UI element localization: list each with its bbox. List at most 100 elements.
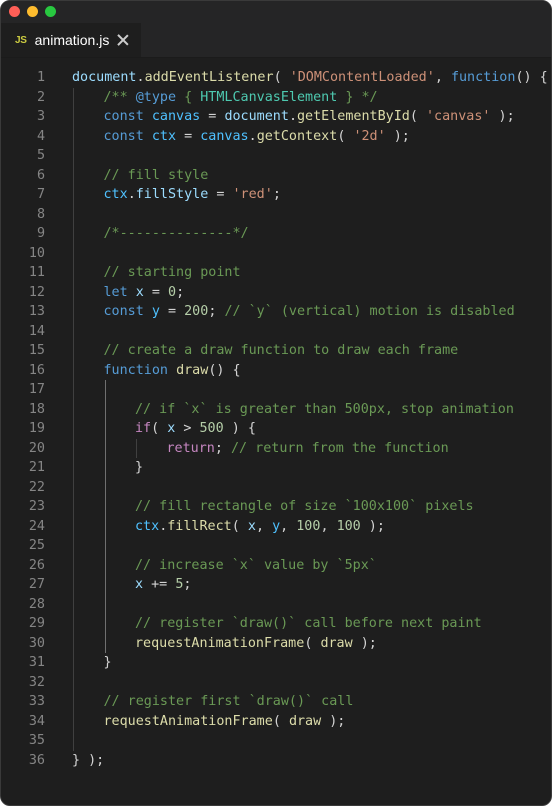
- line-number: 5: [36, 148, 45, 163]
- code-token: .: [136, 70, 145, 85]
- code-token: draw: [176, 362, 209, 378]
- code-token: // fill style: [103, 167, 209, 183]
- code-text: }: [104, 653, 112, 673]
- code-token: ;: [214, 440, 231, 456]
- line-number: 8: [36, 206, 45, 222]
- code-line[interactable]: 7 ctx.fillStyle = 'red';: [1, 185, 551, 205]
- code-token: // if `x` is greater than 500px, stop an…: [135, 401, 514, 417]
- close-icon[interactable]: [117, 34, 129, 46]
- title-bar: [1, 1, 551, 23]
- maximize-window-button[interactable]: [45, 6, 56, 17]
- code-line[interactable]: 16 function draw() {: [1, 361, 551, 381]
- code-text: requestAnimationFrame( draw );: [135, 634, 377, 654]
- code-line[interactable]: 31}: [1, 653, 551, 673]
- code-text: // create a draw function to draw each f…: [104, 341, 459, 361]
- code-token: function: [450, 70, 516, 85]
- code-token: addEventListener: [144, 70, 274, 85]
- code-line[interactable]: 22: [1, 478, 551, 498]
- code-line[interactable]: 8: [1, 205, 551, 225]
- code-line[interactable]: 35: [1, 731, 551, 751]
- code-line[interactable]: 6 // fill style: [1, 166, 551, 186]
- code-token: @type: [135, 89, 177, 105]
- code-line[interactable]: 19 if( x > 500 ) {: [1, 419, 551, 439]
- code-line[interactable]: 32: [1, 673, 551, 693]
- code-token: =: [200, 109, 225, 124]
- code-token: 200: [184, 304, 209, 319]
- code-line[interactable]: 24 ctx.fillRect( x, y, 100, 100 );: [1, 517, 551, 537]
- code-token: .: [288, 109, 297, 124]
- code-token: canvas: [200, 128, 249, 144]
- code-line[interactable]: 11 // starting point: [1, 263, 551, 283]
- code-line[interactable]: 4 const ctx = canvas.getContext( '2d' );: [1, 127, 551, 147]
- code-token: } );: [72, 752, 105, 768]
- close-window-button[interactable]: [9, 6, 20, 17]
- line-number: 7: [36, 187, 45, 202]
- code-line[interactable]: 29 // register `draw()` call before next …: [1, 614, 551, 634]
- code-line[interactable]: 30 requestAnimationFrame( draw );: [1, 634, 551, 654]
- line-number: 34: [28, 713, 45, 729]
- line-number: 27: [28, 577, 45, 592]
- code-line[interactable]: 17: [1, 380, 551, 400]
- code-token: =: [159, 304, 185, 319]
- code-line[interactable]: 26 // increase `x` value by `5px`: [1, 556, 551, 576]
- code-token: 100: [336, 518, 361, 534]
- code-line[interactable]: 2 /** @type { HTMLCanvasElement } */: [1, 88, 551, 108]
- tab-bar: JS animation.js: [1, 23, 551, 58]
- code-token: (: [304, 635, 321, 651]
- code-line[interactable]: 18 // if `x` is greater than 500px, stop …: [1, 400, 551, 420]
- code-token: requestAnimationFrame: [103, 713, 273, 729]
- code-line[interactable]: 12 let x = 0;: [1, 283, 551, 303]
- code-token: fillRect: [167, 518, 232, 534]
- code-line[interactable]: 3 const canvas = document.getElementById(…: [1, 107, 551, 127]
- code-token: // `y` (vertical) motion is disabled: [224, 304, 515, 319]
- code-token: fillStyle: [135, 187, 209, 202]
- line-number: 4: [36, 128, 45, 144]
- code-line[interactable]: 28: [1, 595, 551, 615]
- code-text: let x = 0;: [104, 283, 185, 303]
- code-token: (: [231, 518, 248, 534]
- code-line[interactable]: 15 // create a draw function to draw each…: [1, 341, 551, 361]
- code-line[interactable]: 21}: [1, 458, 551, 478]
- code-line[interactable]: 25: [1, 536, 551, 556]
- code-line[interactable]: 34 requestAnimationFrame( draw );: [1, 712, 551, 732]
- code-line[interactable]: 36} );: [1, 751, 551, 771]
- code-text: const canvas = document.getElementById( …: [104, 107, 515, 127]
- code-token: ctx: [103, 187, 128, 202]
- code-line[interactable]: 33 // register first `draw()` call: [1, 692, 551, 712]
- code-text: function draw() {: [104, 361, 241, 381]
- line-number: 20: [28, 440, 45, 456]
- editor-window: JS animation.js 1 document.addEventListen…: [0, 0, 552, 806]
- code-line[interactable]: 5: [1, 146, 551, 166]
- code-token: /*--------------*/: [103, 226, 249, 241]
- minimize-window-button[interactable]: [27, 6, 38, 17]
- code-line[interactable]: 27 x += 5;: [1, 575, 551, 595]
- code-editor[interactable]: 1 document.addEventListener( 'DOMContentL…: [1, 68, 551, 805]
- code-line[interactable]: 13 const y = 200; // `y` (vertical) motio…: [1, 302, 551, 322]
- code-token: y: [151, 304, 160, 319]
- code-token: 'canvas': [426, 109, 491, 124]
- tab-animation-js[interactable]: JS animation.js: [1, 23, 141, 57]
- code-token: >: [175, 421, 200, 436]
- line-number: 26: [28, 557, 45, 573]
- code-token: 500: [199, 421, 224, 436]
- code-token: }: [103, 655, 112, 670]
- code-line[interactable]: 9 /*--------------*/: [1, 224, 551, 244]
- line-number: 10: [28, 245, 45, 261]
- line-number: 9: [36, 226, 45, 241]
- code-token: ) {: [223, 421, 256, 436]
- code-token: ;: [272, 187, 281, 202]
- line-number: 30: [28, 635, 45, 651]
- code-text: x += 5;: [135, 575, 191, 595]
- code-token: // starting point: [103, 265, 241, 280]
- code-line[interactable]: 1 document.addEventListener( 'DOMContentL…: [1, 68, 551, 88]
- code-line[interactable]: 20 return; // return from the function: [1, 439, 551, 459]
- code-token: );: [385, 128, 410, 144]
- code-line[interactable]: 23 // fill rectangle of size `100x100` pi…: [1, 497, 551, 517]
- code-token: // create a draw function to draw each f…: [103, 343, 459, 358]
- line-number: 28: [28, 596, 45, 612]
- code-line[interactable]: 14: [1, 322, 551, 342]
- code-line[interactable]: 10: [1, 244, 551, 264]
